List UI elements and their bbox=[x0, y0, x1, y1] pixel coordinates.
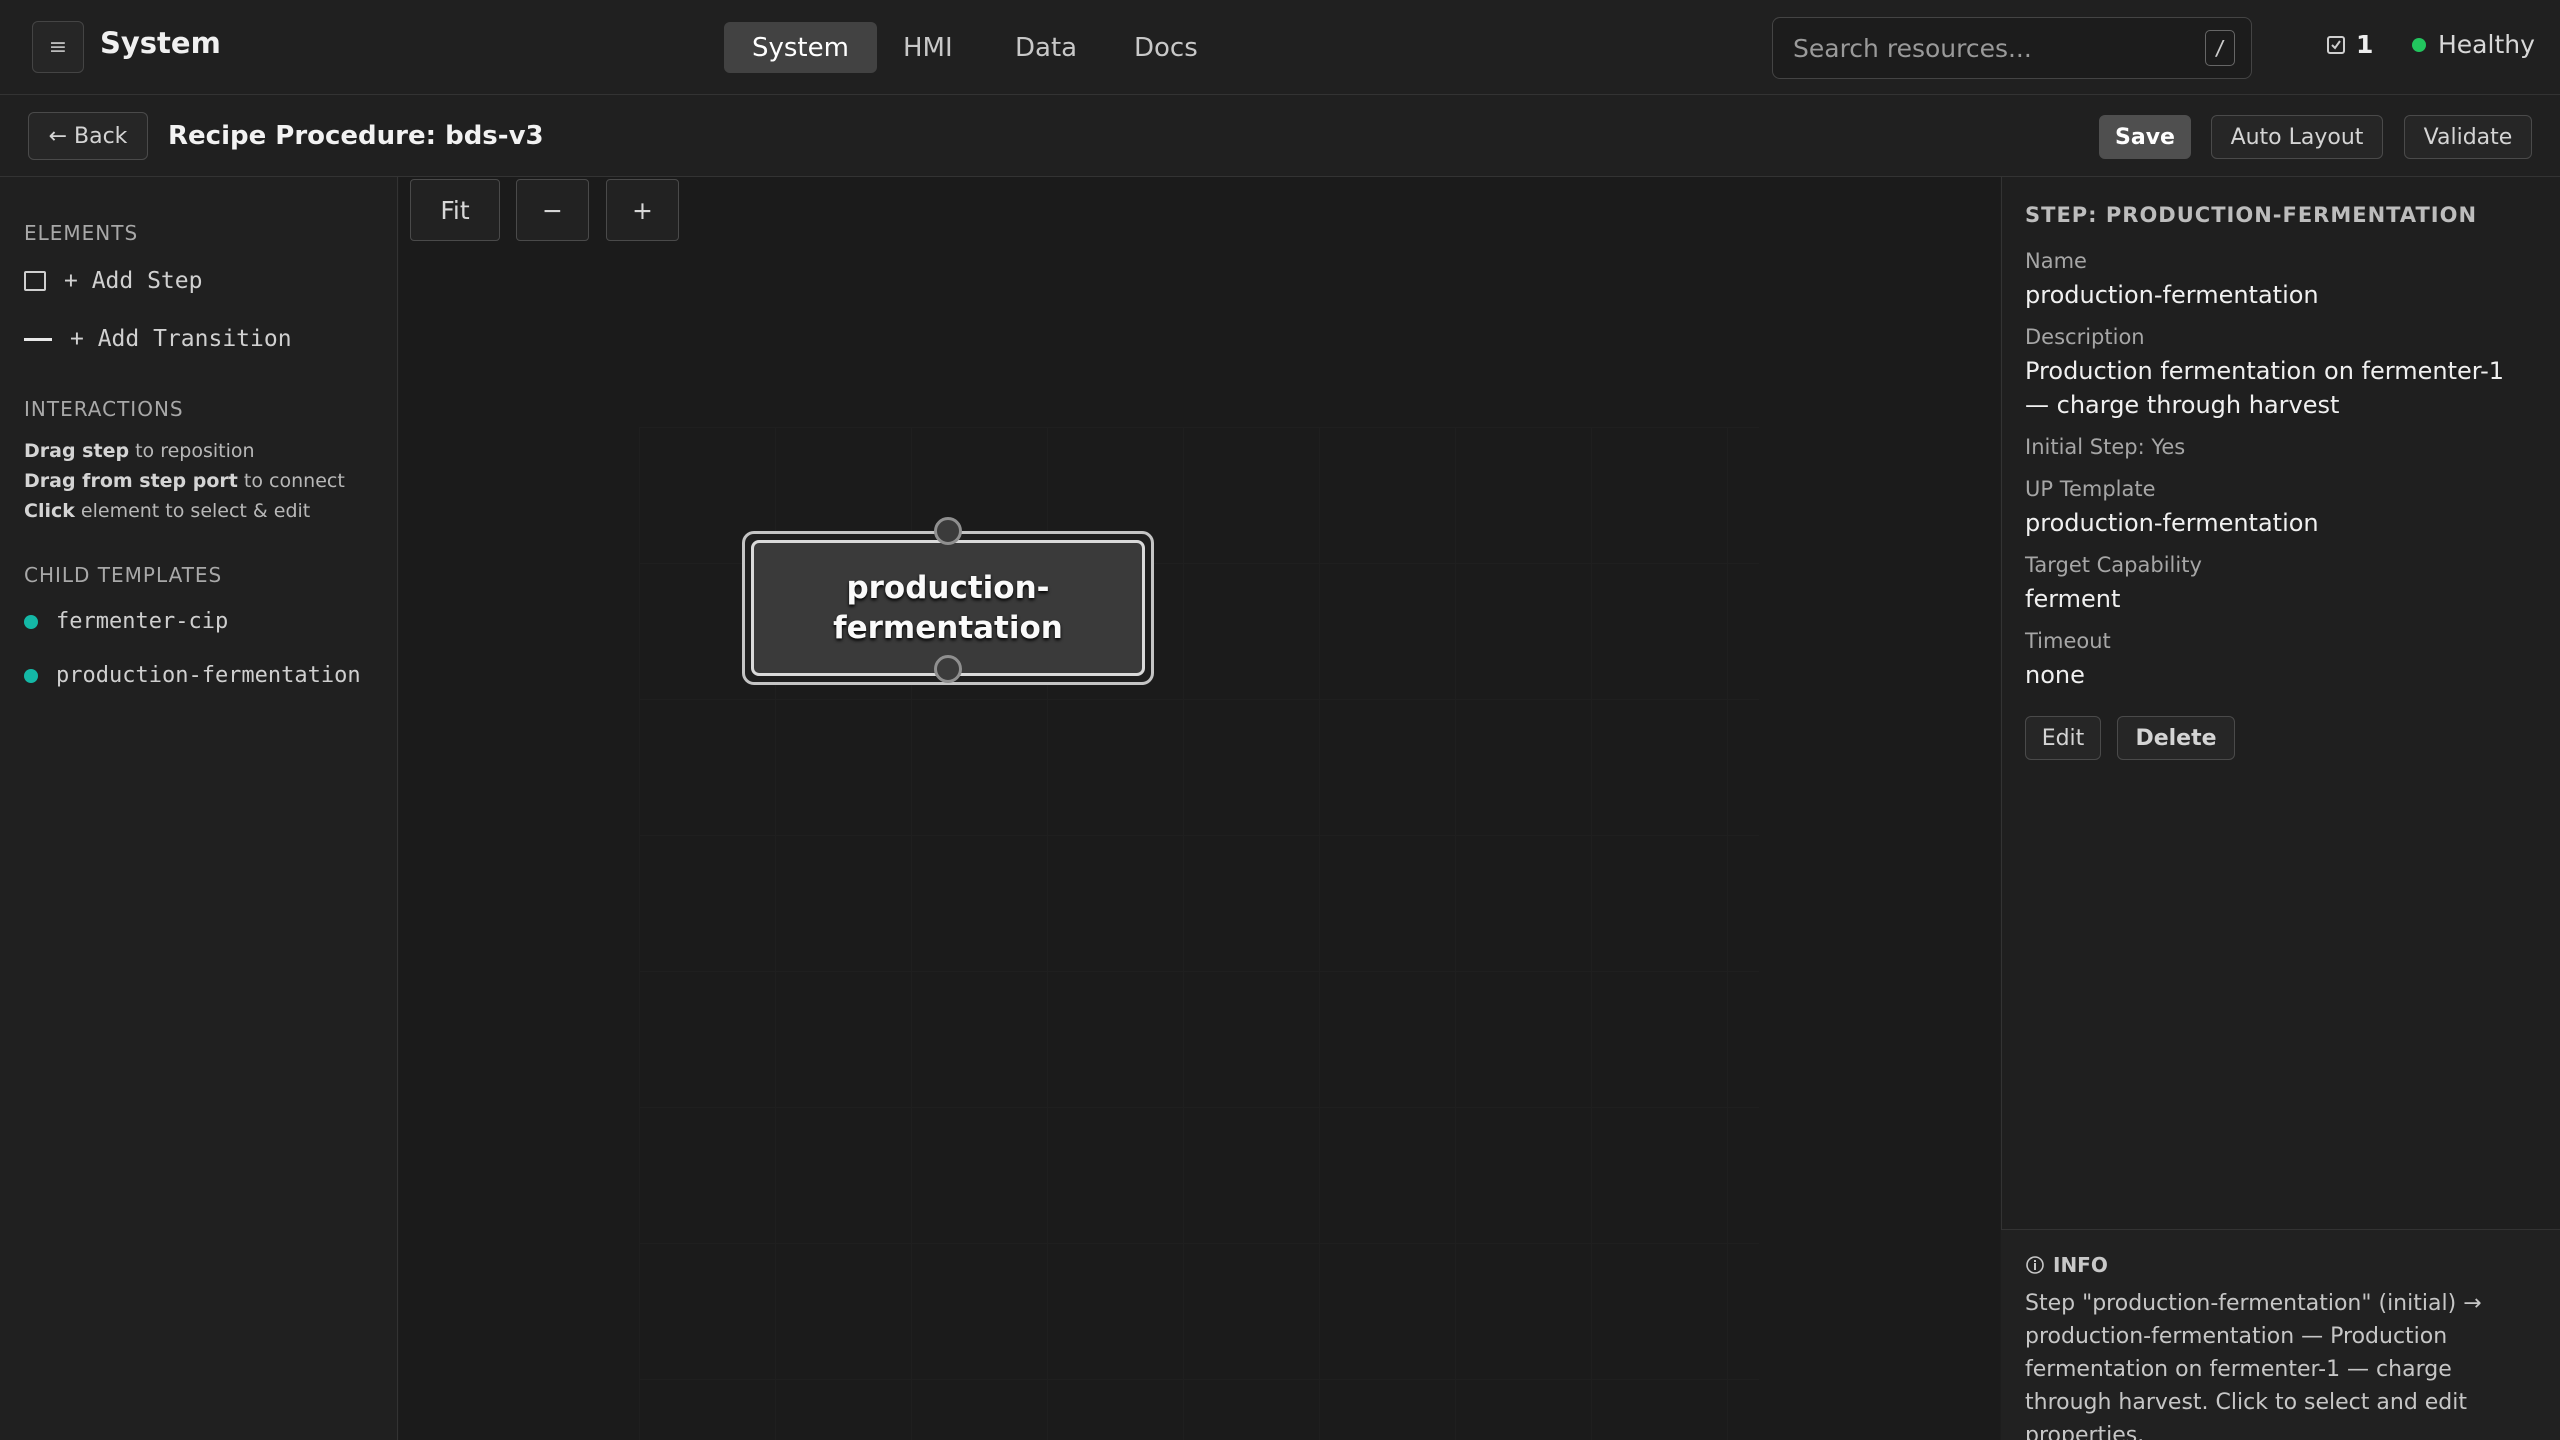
add-step-button[interactable]: + Add Step bbox=[24, 268, 202, 294]
auto-layout-button[interactable]: Auto Layout bbox=[2211, 115, 2383, 159]
validate-button[interactable]: Validate bbox=[2404, 115, 2532, 159]
tab-data[interactable]: Data bbox=[987, 22, 1105, 73]
hint-drag-step: Drag step to reposition bbox=[24, 440, 255, 462]
timeout-value: none bbox=[2025, 661, 2085, 689]
zoom-in-button[interactable]: + bbox=[606, 179, 679, 241]
hint-click: Click element to select & edit bbox=[24, 500, 311, 522]
tasks-indicator[interactable]: 1 bbox=[2326, 30, 2373, 59]
hamburger-icon: ≡ bbox=[48, 34, 68, 60]
add-transition-button[interactable]: + Add Transition bbox=[24, 326, 292, 352]
back-button[interactable]: ← Back bbox=[28, 112, 148, 160]
name-label: Name bbox=[2025, 249, 2087, 273]
add-step-label: + Add Step bbox=[64, 268, 203, 294]
delete-button[interactable]: Delete bbox=[2117, 716, 2235, 760]
description-value: Production fermentation on fermenter-1 —… bbox=[2025, 357, 2505, 419]
fit-button[interactable]: Fit bbox=[410, 179, 500, 241]
transition-line-icon bbox=[24, 337, 52, 341]
tab-hmi[interactable]: HMI bbox=[875, 22, 981, 73]
up-template-label: UP Template bbox=[2025, 477, 2156, 501]
zoom-out-button[interactable]: − bbox=[516, 179, 589, 241]
health-status: Healthy bbox=[2412, 30, 2535, 59]
child-template-label: production-fermentation bbox=[56, 663, 361, 688]
app-title: System bbox=[100, 26, 221, 60]
name-value: production-fermentation bbox=[2025, 281, 2319, 309]
left-sidebar bbox=[0, 177, 398, 1440]
up-template-value: production-fermentation bbox=[2025, 509, 2319, 537]
elements-heading: ELEMENTS bbox=[24, 221, 139, 245]
tasks-count: 1 bbox=[2356, 30, 2374, 59]
child-template-label: fermenter-cip bbox=[56, 609, 229, 634]
template-dot-icon bbox=[24, 614, 38, 629]
step-square-icon bbox=[24, 271, 46, 291]
step-node-production-fermentation[interactable]: production- fermentation bbox=[742, 517, 1154, 685]
tab-docs[interactable]: Docs bbox=[1106, 22, 1226, 73]
initial-step-text: Initial Step: Yes bbox=[2025, 435, 2186, 459]
step-output-port[interactable] bbox=[934, 655, 962, 683]
capability-value: ferment bbox=[2025, 585, 2121, 613]
properties-title: STEP: PRODUCTION-FERMENTATION bbox=[2025, 203, 2478, 227]
search-input[interactable] bbox=[1793, 18, 2193, 78]
child-template-fermenter-cip[interactable]: fermenter-cip bbox=[24, 609, 228, 634]
step-label-line-2: fermentation bbox=[833, 610, 1063, 646]
info-icon bbox=[2026, 1256, 2044, 1274]
timeout-label: Timeout bbox=[2025, 629, 2111, 653]
info-heading: INFO bbox=[2025, 1253, 2108, 1277]
add-transition-label: + Add Transition bbox=[70, 326, 292, 352]
status-dot-icon bbox=[2412, 37, 2426, 52]
menu-button[interactable]: ≡ bbox=[32, 21, 84, 73]
save-button[interactable]: Save bbox=[2099, 115, 2191, 159]
info-text: Step "production-fermentation" (initial)… bbox=[2025, 1291, 2482, 1440]
procedure-canvas[interactable]: Fit − + production- fermentation bbox=[399, 177, 2000, 1440]
info-heading-label: INFO bbox=[2053, 1253, 2108, 1277]
tab-system[interactable]: System bbox=[724, 22, 877, 73]
template-dot-icon bbox=[24, 668, 38, 683]
edit-button[interactable]: Edit bbox=[2025, 716, 2101, 760]
interactions-heading: INTERACTIONS bbox=[24, 397, 184, 421]
child-templates-heading: CHILD TEMPLATES bbox=[24, 563, 223, 587]
capability-label: Target Capability bbox=[2025, 553, 2202, 577]
child-template-production-fermentation[interactable]: production-fermentation bbox=[24, 663, 361, 688]
step-label-line-1: production- bbox=[846, 570, 1050, 606]
status-label: Healthy bbox=[2438, 30, 2535, 59]
description-label: Description bbox=[2025, 325, 2145, 349]
search-shortcut-key: / bbox=[2205, 30, 2235, 66]
search-box: / bbox=[1772, 17, 2252, 79]
step-input-port[interactable] bbox=[934, 517, 962, 545]
page-title: Recipe Procedure: bds-v3 bbox=[168, 121, 544, 151]
checkbox-icon bbox=[2327, 35, 2345, 54]
hint-drag-port: Drag from step port to connect bbox=[24, 470, 345, 492]
